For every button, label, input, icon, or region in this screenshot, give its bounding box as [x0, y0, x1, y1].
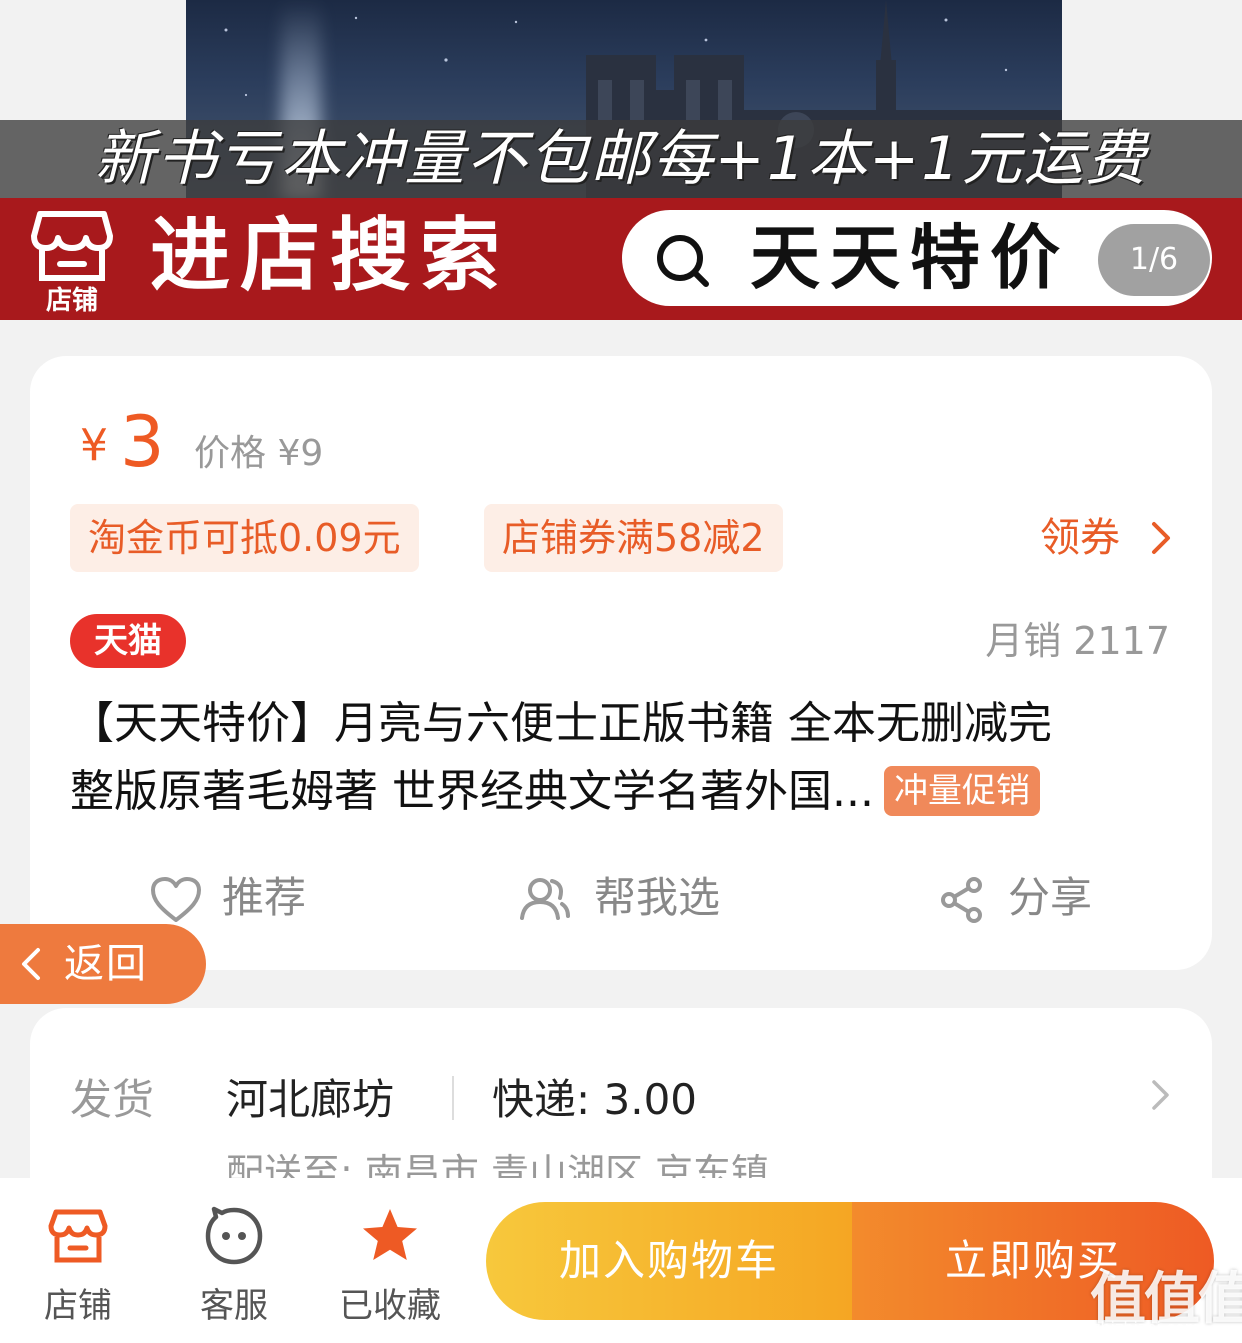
back-button-label[interactable]: 返回: [64, 924, 148, 1004]
banner-caption: 新书亏本冲量不包邮每+1本+1元运费: [94, 124, 1148, 194]
shipping-fee: 快递: 3.00: [492, 1075, 698, 1124]
favorite-tab-label: 已收藏: [339, 1286, 441, 1326]
chevron-right-icon[interactable]: [1150, 520, 1174, 556]
chevron-left-icon[interactable]: [20, 946, 42, 982]
store-icon: [48, 1209, 108, 1263]
heart-icon: [151, 877, 201, 922]
store-icon-label: 店铺: [45, 286, 98, 316]
price-currency: ¥: [80, 420, 108, 471]
share-icon: [941, 877, 982, 923]
help-choose-label: 帮我选: [594, 873, 721, 922]
tmall-badge: 天猫: [70, 614, 186, 668]
volume-promo-tag: 冲量促销: [883, 766, 1040, 816]
site-watermark-url: zhizhizhi.com: [1092, 1318, 1201, 1337]
product-image-carousel[interactable]: 新书亏本冲量不包邮每+1本+1元运费 店铺 进店搜索 天天特价 1/6: [0, 0, 1242, 320]
add-to-cart-button[interactable]: 加入购物车: [486, 1202, 852, 1320]
star-icon: [363, 1209, 417, 1260]
customer-service-label: 客服: [200, 1286, 268, 1326]
get-coupon-link[interactable]: 领券: [1040, 508, 1120, 568]
chat-bubble-icon: [205, 1206, 263, 1265]
product-title-line-2-text: 整版原著毛姆著 世界经典文学名著外国...: [70, 766, 874, 817]
favorite-tab[interactable]: 已收藏: [320, 1198, 460, 1328]
product-title-line-1: 【天天特价】月亮与六便士正版书籍 全本无删减完: [70, 698, 1052, 749]
banner-search-pill-text: 天天特价: [750, 217, 1070, 299]
monthly-sales: 月销 2117: [985, 619, 1170, 663]
share-label: 分享: [1008, 873, 1093, 922]
price-value: 3: [120, 401, 165, 483]
store-coupon-tag[interactable]: 店铺券满58减2: [484, 504, 783, 572]
share-button[interactable]: 分享: [940, 866, 1100, 930]
coins-discount-tag[interactable]: 淘金币可抵0.09元: [70, 504, 419, 572]
recommend-label: 推荐: [222, 873, 307, 922]
original-price: 价格 ¥9: [194, 433, 324, 474]
people-icon: [520, 878, 570, 920]
store-tab[interactable]: 店铺: [8, 1198, 148, 1328]
search-icon: [657, 235, 709, 287]
store-tab-label: 店铺: [44, 1286, 112, 1326]
product-title: 【天天特价】月亮与六便士正版书籍 全本无删减完 整版原著毛姆著 世界经典文学名著…: [70, 690, 1180, 826]
shipping-divider: [452, 1076, 454, 1120]
banner-search-title: 进店搜索: [150, 209, 510, 302]
help-choose-button[interactable]: 帮我选: [518, 866, 738, 930]
customer-service-tab[interactable]: 客服: [164, 1198, 304, 1328]
carousel-page-indicator: 1/6: [1098, 224, 1210, 296]
shipping-origin: 河北廊坊: [226, 1075, 395, 1124]
recommend-button[interactable]: 推荐: [150, 866, 330, 930]
chevron-right-icon[interactable]: [1150, 1078, 1172, 1112]
shipping-label: 发货: [70, 1075, 155, 1124]
product-title-line-2: 整版原著毛姆著 世界经典文学名著外国... 冲量促销: [70, 758, 1180, 826]
